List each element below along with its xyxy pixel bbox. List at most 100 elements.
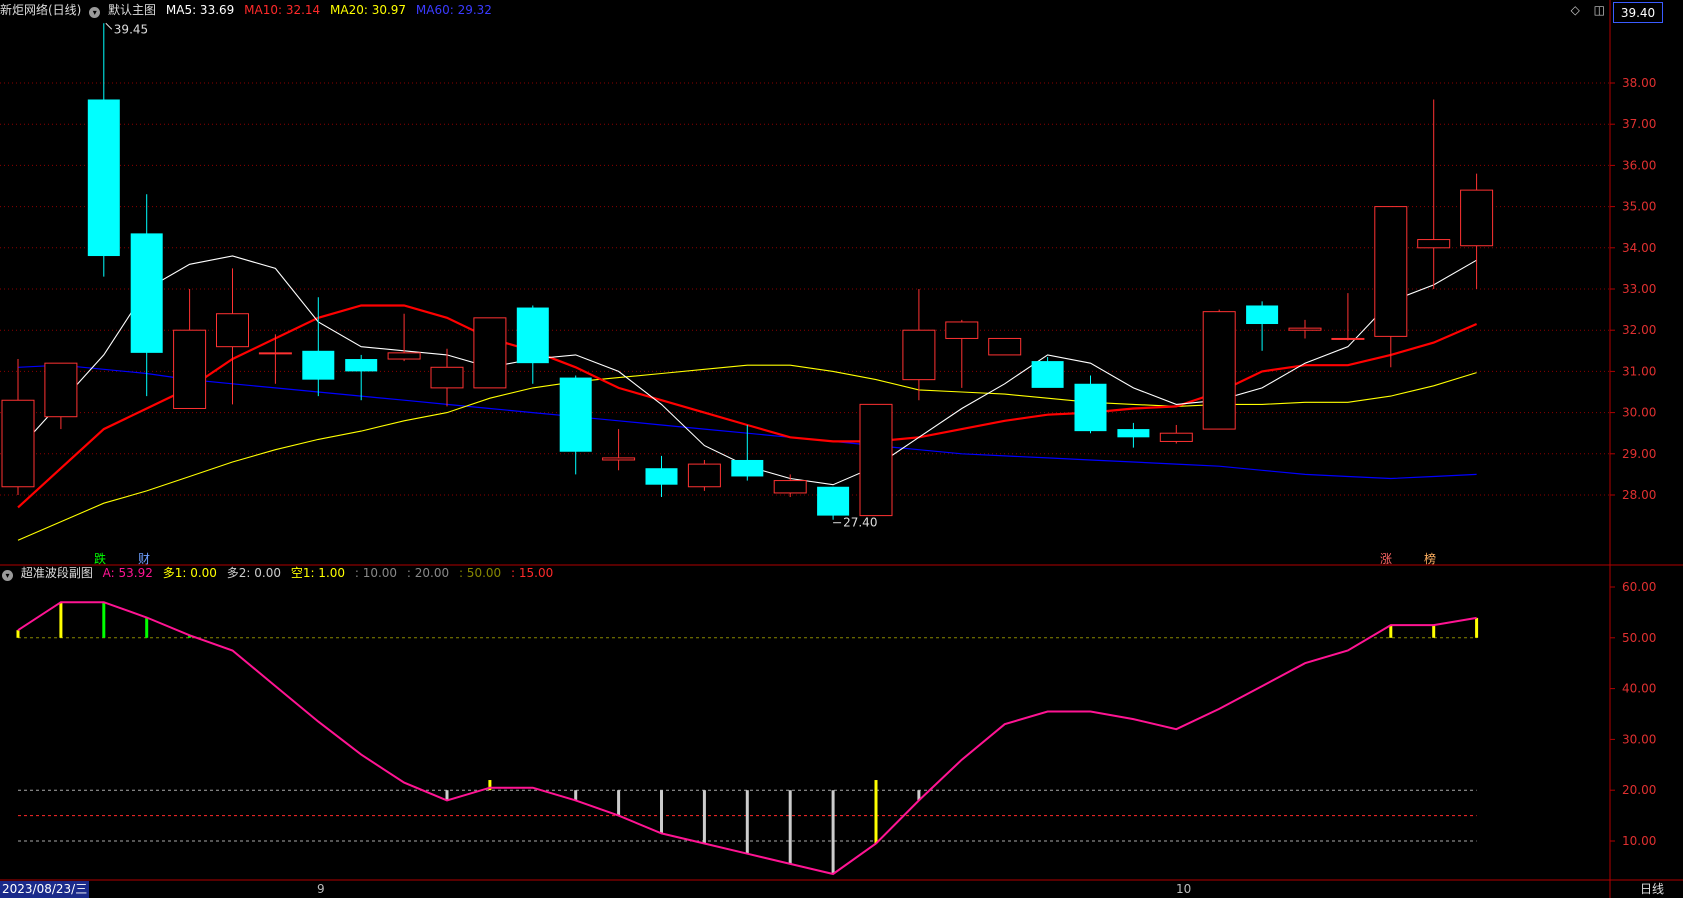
candle — [516, 305, 549, 384]
month-10-label: 10 — [1176, 882, 1192, 896]
main-chart-name[interactable]: 默认主图 — [108, 3, 156, 17]
candle-body-down — [817, 486, 850, 516]
ma20-label: MA20: 30.97 — [330, 3, 407, 17]
candle-body-down — [645, 468, 678, 485]
main-y-tick-label: 34.00 — [1622, 241, 1656, 255]
candle-body-up — [773, 480, 807, 494]
main-y-tick-label: 37.00 — [1622, 117, 1656, 131]
month-9-label: 9 — [317, 882, 325, 896]
main-y-tick-label: 33.00 — [1622, 282, 1656, 296]
ma5-label: MA5: 33.69 — [165, 3, 235, 17]
candle — [1460, 173, 1494, 289]
candle-body-up — [216, 313, 249, 348]
candle-body-down — [731, 459, 764, 477]
candle — [473, 317, 507, 389]
date-cursor: 2023/08/23/三 — [0, 881, 90, 898]
signal-cai: 财 — [138, 552, 151, 566]
candle-body-up — [1331, 337, 1365, 340]
sub-y-tick-label: 60.00 — [1622, 580, 1656, 594]
sub-chart-menu-icon[interactable]: ▾ — [2, 570, 13, 581]
signal-die: 跌 — [94, 552, 107, 566]
candle-body-up — [1202, 311, 1236, 430]
chart-menu-icon[interactable]: ▾ — [89, 7, 101, 18]
candle-body-up — [1159, 432, 1193, 442]
candle-body-down — [1246, 305, 1279, 325]
candle — [645, 455, 678, 498]
candle — [687, 459, 721, 491]
main-y-tick-label: 29.00 — [1622, 447, 1656, 461]
candle — [1, 359, 35, 495]
candle-body-down — [345, 359, 378, 372]
chart-canvas[interactable]: 38.00 37.00 36.00 35.00 34.00 33.00 32.00 31.00… — [0, 0, 1683, 898]
candle — [430, 348, 464, 407]
signal-bang: 榜 — [1424, 552, 1437, 566]
candle — [559, 375, 592, 475]
candle-body-up — [387, 352, 421, 360]
candle-body-up — [430, 366, 464, 389]
candle-body-up — [1288, 327, 1322, 331]
max-price-label: 39.45 — [114, 22, 148, 36]
candle — [1374, 206, 1408, 368]
candle — [902, 289, 936, 401]
candle-body-up — [859, 403, 893, 517]
sub-chart-name[interactable]: 超准波段副图 — [21, 566, 93, 580]
candle — [173, 289, 207, 409]
ref50-label: : 50.00 — [458, 566, 502, 580]
candle-body-down — [302, 350, 335, 380]
candle-body-up — [258, 352, 292, 355]
sub-y-tick-label: 40.00 — [1622, 682, 1656, 696]
candle-body-down — [1117, 429, 1150, 438]
main-y-tick-label: 32.00 — [1622, 323, 1656, 337]
main-y-tick-label: 35.00 — [1622, 200, 1656, 214]
candle — [988, 337, 1022, 356]
candle-body-up — [44, 362, 78, 418]
window-icon[interactable]: ◫ — [1594, 3, 1605, 17]
sub-y-tick-label: 50.00 — [1622, 631, 1656, 645]
candle — [1202, 309, 1236, 430]
sub-y-tick-label: 30.00 — [1622, 732, 1656, 746]
candle — [130, 194, 163, 397]
candle — [1159, 424, 1193, 444]
candle-body-down — [516, 307, 549, 364]
stock-name: 新炬网络(日线) — [0, 3, 82, 17]
candle — [345, 354, 378, 401]
candle-body-up — [1417, 239, 1451, 249]
ma60-label: MA60: 29.32 — [415, 3, 492, 17]
sub-y-tick-label: 10.00 — [1622, 834, 1656, 848]
signal-zhang: 涨 — [1380, 552, 1393, 566]
candle — [258, 334, 292, 384]
candle-body-up — [173, 329, 207, 409]
candle-body-up — [1, 399, 35, 488]
candle-body-up — [1460, 189, 1494, 247]
main-y-tick-label: 28.00 — [1622, 488, 1656, 502]
candle — [44, 362, 78, 430]
top-right-icons: ◇ ◫ — [1561, 3, 1605, 17]
current-price-tag: 39.40 — [1613, 2, 1663, 23]
min-price-label: 27.40 — [843, 516, 877, 530]
candle — [1331, 293, 1365, 341]
ref15-label: : 15.00 — [511, 566, 554, 580]
ref10-label: : 10.00 — [354, 566, 398, 580]
candle — [602, 429, 636, 471]
candle-body-down — [87, 99, 120, 257]
candle-body-up — [988, 337, 1022, 356]
candle — [87, 23, 120, 277]
candle-body-up — [902, 329, 936, 381]
duo2-label: 多2: 0.00 — [226, 566, 281, 580]
period-label[interactable]: 日线 — [1640, 881, 1664, 898]
main-y-tick-label: 36.00 — [1622, 158, 1656, 172]
max-label-pointer — [105, 22, 113, 30]
sub-chart-header: ▾ 超准波段副图 A: 53.92 多1: 0.00 多2: 0.00 空1: … — [0, 563, 559, 583]
candle — [773, 474, 807, 498]
kong1-label: 空1: 1.00 — [290, 566, 346, 580]
diamond-icon[interactable]: ◇ — [1571, 3, 1580, 17]
candle — [387, 313, 421, 362]
candle-body-up — [945, 321, 979, 339]
ref20-label: : 20.00 — [406, 566, 450, 580]
candle-body-down — [130, 233, 163, 353]
candle — [216, 268, 249, 405]
candle-body-up — [687, 463, 721, 488]
candle — [1246, 301, 1279, 351]
main-chart-header: 新炬网络(日线) ▾ 默认主图 MA5: 33.69 MA10: 32.14 M… — [0, 0, 498, 20]
candle-body-down — [1074, 383, 1107, 432]
